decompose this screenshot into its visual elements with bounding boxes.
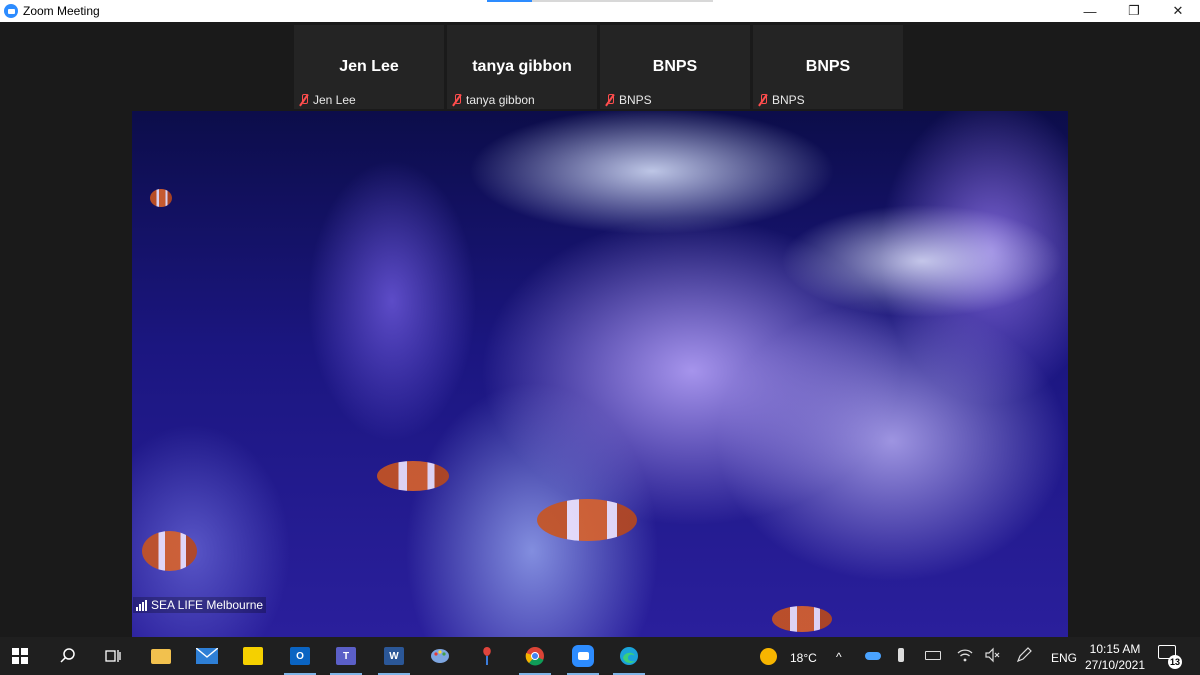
participant-display-name: BNPS [805, 58, 851, 75]
clock[interactable]: 10:15 AM 27/10/2021 [1080, 641, 1150, 673]
participant-display-name: Jen Lee [339, 58, 399, 75]
mic-muted-icon [605, 94, 615, 106]
chrome-icon[interactable] [515, 637, 555, 675]
snip-icon[interactable] [467, 637, 507, 675]
clownfish-image [772, 606, 832, 632]
participant-label: Jen Lee [313, 93, 356, 107]
minimize-button[interactable]: — [1068, 0, 1112, 22]
word-icon[interactable]: W [374, 637, 414, 675]
start-icon[interactable] [0, 637, 40, 675]
zoom-app-icon [4, 4, 18, 18]
participant-label: BNPS [619, 93, 652, 107]
mic-muted-icon [758, 94, 768, 106]
usb-device-icon[interactable] [898, 648, 904, 662]
signal-strength-icon [136, 599, 147, 611]
participant-strip: Jen Lee Jen Lee tanya gibbon tanya gibbo… [294, 25, 903, 109]
notification-icon[interactable]: 13 [1158, 645, 1182, 669]
participant-tile[interactable]: tanya gibbon tanya gibbon [447, 25, 597, 109]
loading-progress-bar [487, 0, 713, 2]
paint-icon[interactable] [420, 637, 460, 675]
clock-date: 27/10/2021 [1084, 658, 1146, 672]
title-bar: Zoom Meeting — ❐ ✕ [0, 0, 1200, 22]
onedrive-icon[interactable] [865, 652, 881, 660]
participant-tile[interactable]: Jen Lee Jen Lee [294, 25, 444, 109]
sun-icon[interactable] [760, 648, 777, 665]
mic-muted-icon [299, 94, 309, 106]
wifi-icon[interactable] [957, 647, 973, 663]
meeting-area: Jen Lee Jen Lee tanya gibbon tanya gibbo… [0, 22, 1200, 637]
notification-count: 13 [1168, 655, 1182, 669]
pen-icon[interactable] [1016, 647, 1032, 663]
weather-temp[interactable]: 18°C [790, 651, 817, 665]
participant-display-name: BNPS [652, 58, 698, 75]
teams-icon[interactable]: T [326, 637, 366, 675]
outlook-icon[interactable]: O [280, 637, 320, 675]
active-speaker-name: SEA LIFE Melbourne [151, 598, 264, 612]
taskbar: O T W 18°C ^ ENG 10:15 AM 27/10/2021 13 [0, 637, 1200, 675]
participant-label: tanya gibbon [466, 93, 535, 107]
zoom-icon[interactable] [563, 637, 603, 675]
edge-icon[interactable] [609, 637, 649, 675]
language-indicator[interactable]: ENG [1051, 651, 1077, 665]
mic-muted-icon [452, 94, 462, 106]
battery-icon[interactable] [925, 651, 941, 660]
clock-time: 10:15 AM [1089, 642, 1141, 656]
participant-label: BNPS [772, 93, 805, 107]
participant-tile[interactable]: BNPS BNPS [600, 25, 750, 109]
clownfish-image [142, 531, 197, 571]
active-speaker-video[interactable] [132, 111, 1068, 637]
mail-icon[interactable] [187, 637, 227, 675]
participant-display-name: tanya gibbon [472, 58, 572, 75]
clownfish-image [377, 461, 449, 491]
search-icon[interactable] [48, 637, 88, 675]
restore-button[interactable]: ❐ [1112, 0, 1156, 22]
file-explorer-icon[interactable] [141, 637, 181, 675]
speaker-muted-icon[interactable] [985, 647, 1001, 663]
window-title: Zoom Meeting [23, 4, 100, 18]
task-view-icon[interactable] [93, 637, 133, 675]
clownfish-image [150, 189, 172, 207]
close-button[interactable]: ✕ [1156, 0, 1200, 22]
active-speaker-label: SEA LIFE Melbourne [133, 597, 267, 613]
loading-progress-fill [487, 0, 533, 2]
participant-tile[interactable]: BNPS BNPS [753, 25, 903, 109]
clownfish-image [537, 499, 637, 541]
sticky-notes-icon[interactable] [233, 637, 273, 675]
tray-chevron-icon[interactable]: ^ [836, 650, 842, 664]
